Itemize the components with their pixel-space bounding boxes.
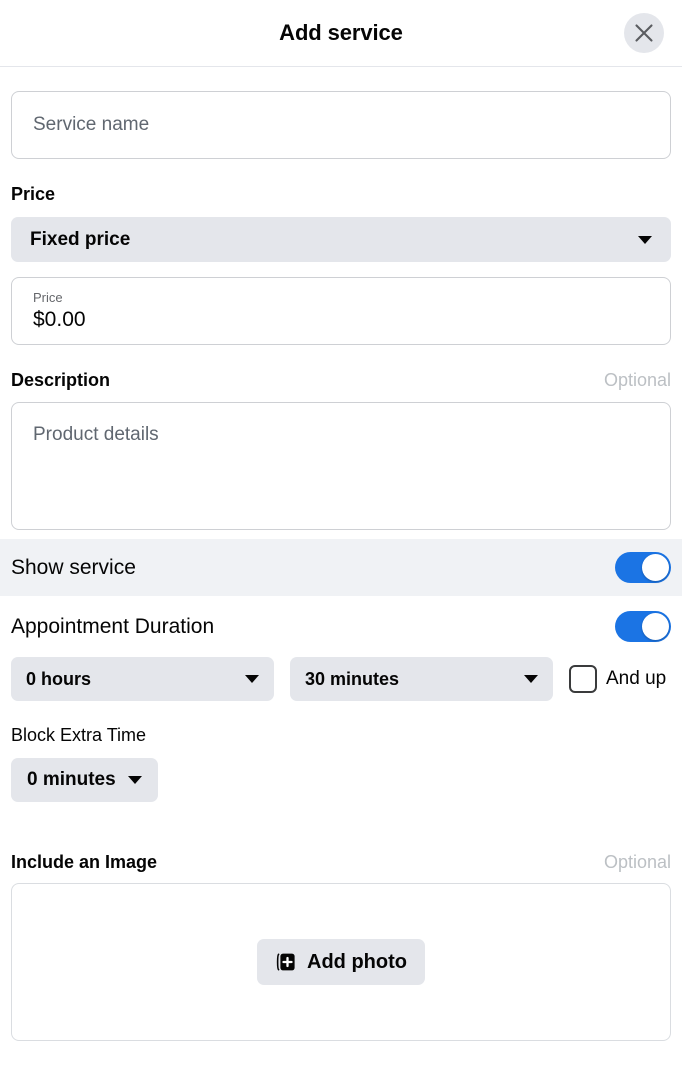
include-image-label-row: Include an Image Optional xyxy=(11,852,671,873)
modal-body: Service name Price Fixed price Price $0.… xyxy=(0,91,682,1041)
include-image-label: Include an Image xyxy=(11,852,158,872)
price-section-label: Price xyxy=(11,184,56,204)
description-placeholder: Product details xyxy=(33,424,159,445)
chevron-down-icon xyxy=(638,235,652,244)
close-button[interactable] xyxy=(624,13,664,53)
add-photo-label: Add photo xyxy=(307,950,407,973)
chevron-down-icon xyxy=(245,675,259,683)
price-type-value: Fixed price xyxy=(30,228,131,250)
description-label-row: Description Optional xyxy=(11,370,671,391)
duration-minutes-select[interactable]: 30 minutes xyxy=(290,657,553,701)
show-service-row[interactable]: Show service xyxy=(0,539,682,596)
price-label-row: Price xyxy=(11,184,671,205)
description-optional-label: Optional xyxy=(603,370,671,390)
appointment-duration-label: Appointment Duration xyxy=(11,614,215,638)
show-service-toggle[interactable] xyxy=(615,552,671,583)
and-up-label: And up xyxy=(606,668,667,689)
duration-hours-value: 0 hours xyxy=(26,668,92,689)
close-icon xyxy=(633,22,655,44)
block-extra-time-value: 0 minutes xyxy=(27,769,116,790)
description-textarea[interactable]: Product details xyxy=(11,402,671,530)
price-type-select[interactable]: Fixed price xyxy=(11,217,671,262)
form-top-section: Service name Price Fixed price Price $0.… xyxy=(0,91,682,530)
chevron-down-icon xyxy=(127,776,142,784)
page-title: Add service xyxy=(279,20,403,45)
duration-minutes-value: 30 minutes xyxy=(305,668,400,689)
and-up-checkbox-wrap[interactable]: And up xyxy=(569,665,666,693)
block-extra-time-select[interactable]: 0 minutes xyxy=(11,758,158,802)
add-photo-button[interactable]: Add photo xyxy=(257,939,425,985)
price-amount-value: $0.00 xyxy=(33,308,86,331)
toggle-knob xyxy=(642,613,669,640)
service-name-input[interactable]: Service name xyxy=(11,91,671,159)
block-extra-time-label: Block Extra Time xyxy=(11,725,147,745)
include-image-optional-label: Optional xyxy=(603,852,671,872)
price-amount-floating-label: Price xyxy=(33,290,63,305)
show-service-label: Show service xyxy=(11,555,136,579)
image-dropzone[interactable]: Add photo xyxy=(11,883,671,1041)
add-service-modal: Add service Service name Price Fixed pri… xyxy=(0,0,682,1080)
modal-header: Add service xyxy=(0,0,682,67)
add-photo-icon xyxy=(275,951,297,973)
service-name-placeholder: Service name xyxy=(33,114,150,135)
and-up-checkbox[interactable] xyxy=(569,665,597,693)
appointment-duration-row[interactable]: Appointment Duration xyxy=(0,596,682,657)
duration-controls-row: 0 hours 30 minutes And up xyxy=(0,657,682,701)
appointment-duration-toggle[interactable] xyxy=(615,611,671,642)
chevron-down-icon xyxy=(524,675,538,683)
form-bottom-section: Block Extra Time 0 minutes Include an Im… xyxy=(0,725,682,1041)
description-section-label: Description xyxy=(11,370,111,390)
duration-hours-select[interactable]: 0 hours xyxy=(11,657,274,701)
price-amount-input[interactable]: Price $0.00 xyxy=(11,277,671,345)
toggle-knob xyxy=(642,554,669,581)
